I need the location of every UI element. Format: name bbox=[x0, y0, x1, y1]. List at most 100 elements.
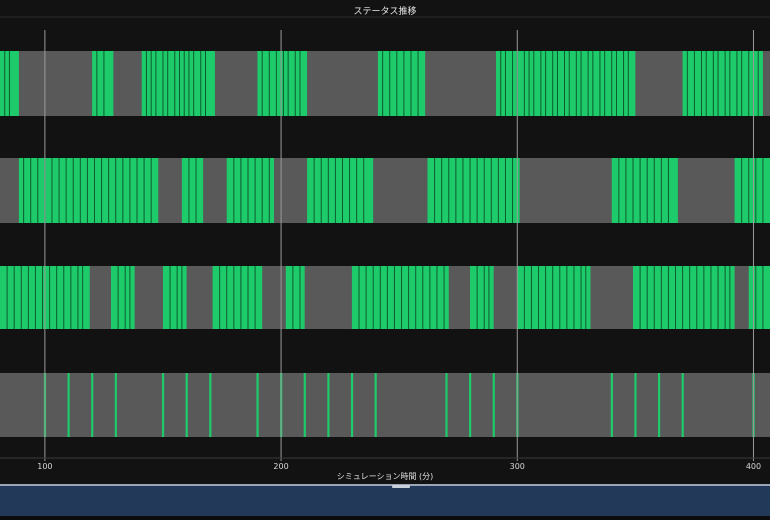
lane-1-segment-divider bbox=[580, 51, 582, 116]
lane-1-segment-divider bbox=[103, 51, 105, 116]
lane-3-segment-divider bbox=[729, 266, 731, 329]
lane-3-segment-divider bbox=[559, 266, 561, 329]
lane-1-segment-divider bbox=[500, 51, 502, 116]
lane-2-segment-divider bbox=[748, 158, 750, 223]
lane-2-segment-divider bbox=[490, 158, 492, 223]
lane-1-segment-divider bbox=[615, 51, 617, 116]
lane-3-segment-divider bbox=[476, 266, 478, 329]
lane-2-segment-divider bbox=[476, 158, 478, 223]
lane-2-segment-divider bbox=[327, 158, 329, 223]
lane-3-segment-divider bbox=[538, 266, 540, 329]
lane-2-segment-divider bbox=[136, 158, 138, 223]
lane-2-active-segment bbox=[181, 158, 204, 223]
lane-3-active-segment bbox=[633, 266, 735, 329]
lane-2-segment-divider bbox=[755, 158, 757, 223]
lane-3-segment-divider bbox=[358, 266, 360, 329]
lane-2-segment-divider bbox=[497, 158, 499, 223]
lane-2-segment-divider bbox=[455, 158, 457, 223]
lane-3-segment-divider bbox=[386, 266, 388, 329]
lane-4-pulse bbox=[350, 373, 354, 437]
lane-3-segment-divider bbox=[63, 266, 65, 329]
lane-1-segment-divider bbox=[188, 51, 190, 116]
lane-1-segment-divider bbox=[528, 51, 530, 116]
lane-1-segment-divider bbox=[417, 51, 419, 116]
lane-4-pulse bbox=[657, 373, 661, 437]
tick-label-100: 100 bbox=[37, 462, 52, 471]
lane-2-segment-divider bbox=[93, 158, 95, 223]
scrollbar-handle[interactable] bbox=[392, 485, 410, 488]
lane-2-segment-divider bbox=[462, 158, 464, 223]
timeline-scrollbar[interactable] bbox=[0, 484, 770, 516]
lane-4-pulse bbox=[445, 373, 448, 437]
lane-3-segment-divider bbox=[77, 266, 79, 329]
lane-1-segment-divider bbox=[150, 51, 152, 116]
lane-1-segment-divider bbox=[268, 51, 270, 116]
lane-2-segment-divider bbox=[660, 158, 662, 223]
lane-2-segment-divider bbox=[51, 158, 53, 223]
lane-1-segment-divider bbox=[729, 51, 731, 116]
lane-3-segment-divider bbox=[56, 266, 58, 329]
lane-4-pulse bbox=[114, 373, 117, 437]
lane-3-segment-divider bbox=[724, 266, 726, 329]
lane-2-segment-divider bbox=[625, 158, 627, 223]
lane-2-segment-divider bbox=[504, 158, 506, 223]
lane-3-segment-divider bbox=[710, 266, 712, 329]
lane-1-segment-divider bbox=[717, 51, 719, 116]
lane-2-segment-divider bbox=[101, 158, 103, 223]
lane-2-segment-divider bbox=[240, 158, 242, 223]
lane-3-segment-divider bbox=[124, 266, 126, 329]
lane-1-segment-divider bbox=[512, 51, 514, 116]
lane-3-segment-divider bbox=[372, 266, 374, 329]
lane-2-segment-divider bbox=[79, 158, 81, 223]
lane-3-segment-divider bbox=[181, 266, 183, 329]
lane-1-segment-divider bbox=[403, 51, 405, 116]
lane-1-segment-divider bbox=[693, 51, 695, 116]
lane-1-segment-divider bbox=[736, 51, 738, 116]
lane-3-segment-divider bbox=[646, 266, 648, 329]
lane-3-segment-divider bbox=[233, 266, 235, 329]
lane-4-pulse bbox=[303, 373, 306, 437]
lane-3-segment-divider bbox=[70, 266, 72, 329]
x-axis-label: シミュレーション時間 (分) bbox=[337, 472, 433, 481]
tick-label-200: 200 bbox=[273, 462, 288, 471]
lane-2-active-segment bbox=[734, 158, 770, 223]
lane-3-segment-divider bbox=[27, 266, 29, 329]
lane-1-segment-divider bbox=[174, 51, 176, 116]
lane-1-segment-divider bbox=[627, 51, 629, 116]
lane-4-pulse bbox=[469, 373, 472, 437]
lane-3-segment-divider bbox=[573, 266, 575, 329]
lane-1-segment-divider bbox=[748, 51, 750, 116]
lane-1-segment-divider bbox=[96, 51, 98, 116]
lane-4-pulse bbox=[610, 373, 613, 437]
lane-3-segment-divider bbox=[13, 266, 15, 329]
lane-3-segment-divider bbox=[226, 266, 228, 329]
lane-2-segment-divider bbox=[632, 158, 634, 223]
lane-1-segment-divider bbox=[540, 51, 542, 116]
lane-1-segment-divider bbox=[410, 51, 412, 116]
lane-3-segment-divider bbox=[580, 266, 582, 329]
lane-1-segment-divider bbox=[200, 51, 202, 116]
lane-1-segment-divider bbox=[204, 51, 206, 116]
lane-1-segment-divider bbox=[623, 51, 625, 116]
lane-1-segment-divider bbox=[299, 51, 301, 116]
lane-4-pulse bbox=[185, 373, 188, 437]
lane-3-segment-divider bbox=[545, 266, 547, 329]
lane-3-segment-divider bbox=[379, 266, 381, 329]
lane-3-segment-divider bbox=[552, 266, 554, 329]
lane-3-segment-divider bbox=[682, 266, 684, 329]
lane-3-segment-divider bbox=[696, 266, 698, 329]
lane-3-segment-divider bbox=[254, 266, 256, 329]
lane-2-segment-divider bbox=[349, 158, 351, 223]
lane-2-segment-divider bbox=[667, 158, 669, 223]
lane-3-segment-divider bbox=[675, 266, 677, 329]
lane-1-segment-divider bbox=[564, 51, 566, 116]
lane-1-segment-divider bbox=[261, 51, 263, 116]
lane-2-segment-divider bbox=[188, 158, 190, 223]
lane-3-segment-divider bbox=[436, 266, 438, 329]
lane-1-segment-divider bbox=[275, 51, 277, 116]
lane-3-segment-divider bbox=[415, 266, 417, 329]
lane-2-segment-divider bbox=[762, 158, 764, 223]
lane-3-segment-divider bbox=[762, 266, 764, 329]
lane-2-segment-divider bbox=[86, 158, 88, 223]
lane-2-segment-divider bbox=[122, 158, 124, 223]
